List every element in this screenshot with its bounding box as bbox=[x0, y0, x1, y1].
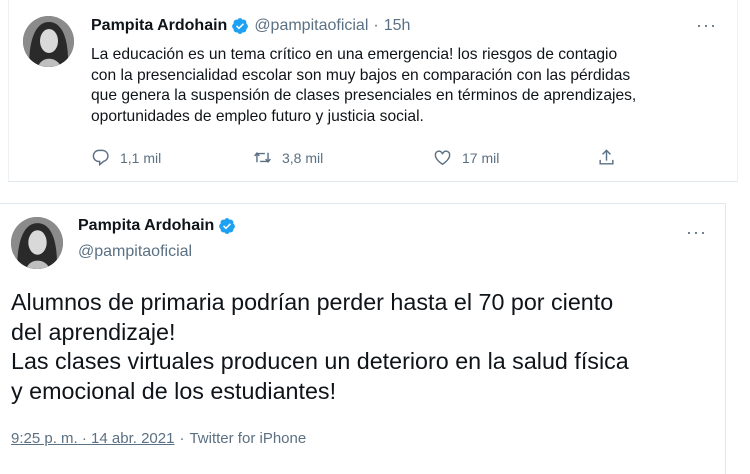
separator-dot: · bbox=[179, 430, 185, 447]
retweet-button[interactable]: 3,8 mil bbox=[253, 148, 323, 167]
tweet-text: Alumnos de primaria podrían perder hasta… bbox=[11, 289, 629, 404]
avatar[interactable] bbox=[11, 217, 63, 269]
more-options-icon[interactable]: ··· bbox=[686, 223, 707, 241]
tweet-timestamp-link[interactable]: 9:25 p. m. · 14 abr. 2021 bbox=[11, 430, 174, 447]
avatar[interactable] bbox=[23, 16, 74, 67]
reply-button[interactable]: 1,1 mil bbox=[91, 148, 161, 167]
tweet-time[interactable]: 15h bbox=[384, 17, 411, 35]
tweet-meta: 9:25 p. m. · 14 abr. 2021 · Twitter for … bbox=[11, 430, 306, 447]
heart-icon bbox=[434, 150, 451, 166]
tweet-card-detail: Pampita Ardohain @pampitaoficial ··· Alu… bbox=[0, 203, 726, 474]
share-icon bbox=[599, 149, 614, 165]
like-count: 17 mil bbox=[462, 149, 500, 166]
author-name[interactable]: Pampita Ardohain bbox=[91, 17, 227, 35]
tweet-source[interactable]: Twitter for iPhone bbox=[189, 430, 306, 447]
tweet-text: La educación es un tema crítico en una e… bbox=[91, 46, 637, 125]
reply-count: 1,1 mil bbox=[120, 149, 162, 166]
author-handle[interactable]: @pampitaoficial bbox=[78, 243, 192, 261]
author-handle[interactable]: @pampitaoficial bbox=[254, 17, 368, 35]
separator-dot: · bbox=[373, 17, 379, 34]
share-button[interactable] bbox=[597, 148, 626, 167]
author-name-row: Pampita Ardohain bbox=[78, 217, 236, 235]
author-name[interactable]: Pampita Ardohain bbox=[78, 217, 214, 235]
tweet-card-top[interactable]: Pampita Ardohain @pampitaoficial · 15h ·… bbox=[8, 0, 738, 182]
retweet-count: 3,8 mil bbox=[282, 149, 324, 166]
like-button[interactable]: 17 mil bbox=[433, 148, 499, 167]
tweet-header: Pampita Ardohain @pampitaoficial · 15h bbox=[91, 16, 410, 36]
verified-badge-icon bbox=[231, 17, 249, 35]
separator-dot: · bbox=[81, 430, 87, 447]
reply-icon bbox=[92, 149, 109, 167]
retweet-icon bbox=[254, 152, 271, 163]
tweet-actions: 1,1 mil 3,8 mil 17 mil bbox=[91, 148, 631, 170]
tweet-time: 9:25 p. m. bbox=[11, 430, 78, 447]
more-options-icon[interactable]: ··· bbox=[696, 16, 717, 34]
tweet-date: 14 abr. 2021 bbox=[91, 430, 175, 447]
verified-badge-icon bbox=[218, 217, 236, 235]
